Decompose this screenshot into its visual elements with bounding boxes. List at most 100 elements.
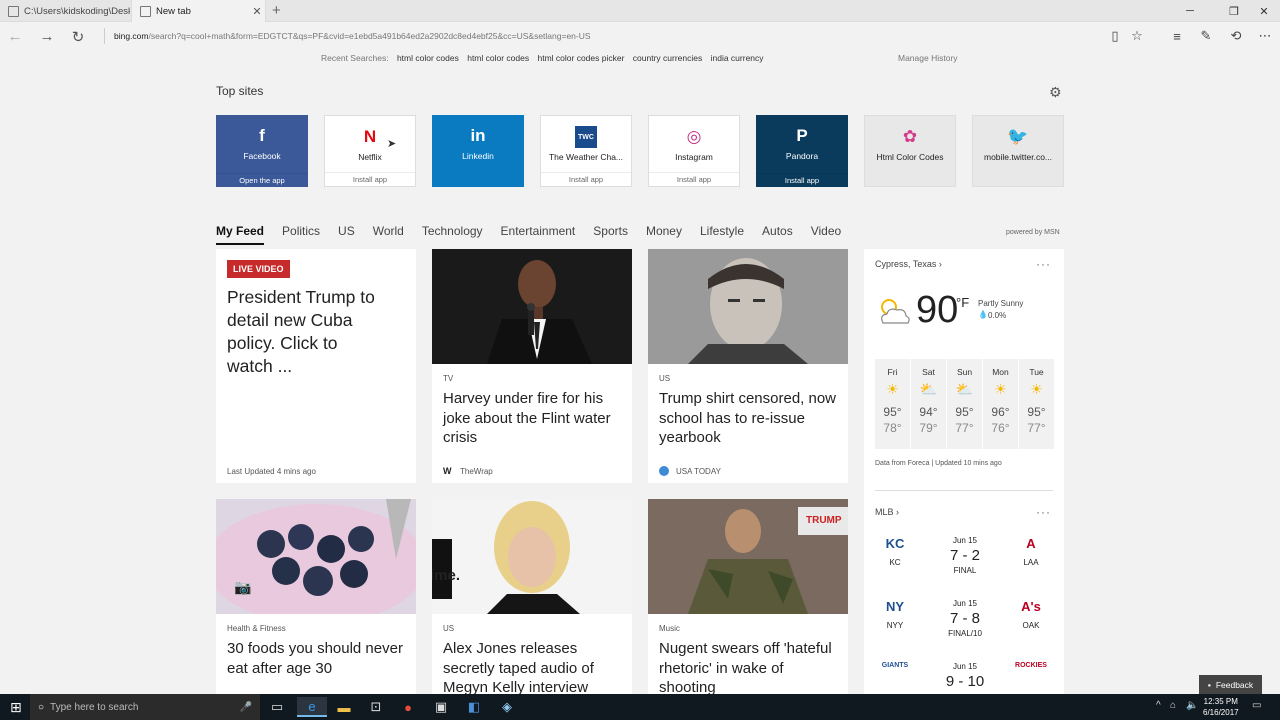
feed-tab[interactable]: Lifestyle (700, 224, 744, 245)
mlb-game[interactable]: NY NYY Jun 15 7 - 8 FINAL/10 A's OAK (875, 597, 1053, 647)
recent-item[interactable]: html color codes picker (537, 53, 624, 63)
divider (104, 28, 105, 44)
away-team: GIANTS (875, 662, 915, 684)
refresh-icon[interactable]: ↻ (68, 28, 88, 46)
news-card[interactable]: LIVE VIDEO President Trump to detail new… (216, 249, 416, 483)
close-window-icon[interactable]: ✕ (1246, 0, 1280, 22)
forward-icon[interactable]: → (37, 28, 57, 45)
more-options-icon[interactable]: ··· (1036, 257, 1051, 271)
volume-icon[interactable]: 🔈 (1186, 700, 1198, 711)
feed-tab[interactable]: Entertainment (501, 224, 576, 245)
low-temp: 76° (991, 421, 1010, 435)
feed-tab[interactable]: Sports (593, 224, 628, 245)
feedback-button[interactable]: ▪ Feedback (1199, 675, 1262, 694)
share-icon[interactable]: ⟲ (1227, 28, 1245, 44)
store-icon[interactable]: ⊡ (361, 697, 391, 717)
windows-start-icon[interactable]: ⊞ (10, 699, 22, 716)
recent-item[interactable]: country currencies (633, 53, 702, 63)
site-logo-icon: ◎ (686, 127, 702, 146)
top-site-tile[interactable]: f Facebook Open the app (216, 115, 308, 187)
top-site-tile[interactable]: N Netflix Install app (324, 115, 416, 187)
news-card[interactable]: 📷 Health & Fitness 30 foods you should n… (216, 499, 416, 694)
manage-history-link[interactable]: Manage History (898, 53, 958, 63)
edge-icon[interactable]: e (297, 697, 327, 717)
thewrap-icon: W (443, 466, 452, 476)
new-tab-icon[interactable]: + (272, 2, 281, 19)
site-action[interactable]: Install app (541, 172, 631, 186)
site-action[interactable]: Open the app (216, 173, 308, 187)
top-site-tile[interactable]: ◎ Instagram Install app (648, 115, 740, 187)
hub-icon[interactable]: ≡ (1168, 28, 1186, 44)
feed-tab[interactable]: Technology (422, 224, 483, 245)
network-icon[interactable]: ⌂ (1170, 700, 1176, 711)
web-note-icon[interactable]: ✎ (1197, 28, 1215, 44)
forecast-day[interactable]: Mon ☀ 96° 76° (983, 359, 1018, 449)
feed-tab[interactable]: Autos (762, 224, 793, 245)
taskbar-search[interactable]: ○ Type here to search 🎤 (30, 694, 260, 720)
site-action[interactable]: Install app (649, 172, 739, 186)
favorite-star-icon[interactable]: ☆ (1128, 28, 1146, 44)
site-logo-icon: 🐦 (1007, 127, 1029, 146)
news-card[interactable]: TRUMP Music Nugent swears off 'hateful r… (648, 499, 848, 694)
feed-tab[interactable]: Money (646, 224, 682, 245)
partly-sunny-icon (881, 299, 910, 324)
news-card[interactable]: ime. US Alex Jones releases secretly tap… (432, 499, 632, 694)
camera-icon: 📷 (234, 579, 252, 595)
top-site-tile[interactable]: ✿ Html Color Codes (864, 115, 956, 187)
mlb-game[interactable]: KC KC Jun 15 7 - 2 FINAL A LAA (875, 534, 1053, 584)
card-category: US (443, 624, 455, 633)
top-site-tile[interactable]: 🐦 mobile.twitter.co... (972, 115, 1064, 187)
reading-view-icon[interactable]: ▯ (1106, 28, 1124, 44)
more-options-icon[interactable]: ··· (1036, 505, 1051, 519)
recent-item[interactable]: html color codes (397, 53, 459, 63)
team-logo-icon: KC (885, 536, 905, 551)
card-image: ime. (432, 499, 632, 614)
recent-item[interactable]: india currency (711, 53, 764, 63)
card-image: 📷 (216, 499, 416, 614)
clock[interactable]: 12:35 PM 6/16/2017 (1203, 696, 1239, 718)
task-view-icon[interactable]: ▭ (262, 697, 292, 717)
search-icon: ○ (38, 701, 45, 713)
recent-item[interactable]: html color codes (467, 53, 529, 63)
back-icon[interactable]: ← (5, 28, 25, 45)
top-site-tile[interactable]: P Pandora Install app (756, 115, 848, 187)
chrome-icon[interactable]: ● (393, 697, 423, 717)
gear-icon[interactable]: ⚙ (1049, 84, 1062, 101)
weather-location[interactable]: Cypress, Texas › (875, 259, 942, 269)
minimize-icon[interactable]: ─ (1172, 0, 1208, 22)
notifications-icon[interactable]: ▭ (1252, 700, 1261, 711)
news-card[interactable]: TV Harvey under fire for his joke about … (432, 249, 632, 483)
app-icon[interactable]: ▣ (426, 697, 456, 717)
top-site-tile[interactable]: TWC The Weather Cha... Install app (540, 115, 632, 187)
mlb-title[interactable]: MLB › (875, 507, 899, 517)
feed-tab[interactable]: Politics (282, 224, 320, 245)
file-explorer-icon[interactable]: ▬ (329, 697, 359, 717)
feed-tab[interactable]: US (338, 224, 355, 245)
top-site-tile[interactable]: in Linkedin (432, 115, 524, 187)
forecast-day[interactable]: Sun ⛅ 95° 77° (947, 359, 982, 449)
microphone-icon[interactable]: 🎤 (240, 702, 252, 713)
more-icon[interactable]: ⋯ (1256, 28, 1274, 44)
tab-explorer[interactable]: C:\Users\kidskoding\Desktop (0, 0, 130, 22)
feed-tab[interactable]: Video (811, 224, 841, 245)
site-action[interactable]: Install app (756, 173, 848, 187)
feedback-label: Feedback (1215, 679, 1254, 690)
tray-chevron-icon[interactable]: ^ (1156, 700, 1161, 711)
url-field[interactable]: bing.com/search?q=cool+math&form=EDGTCT&… (114, 31, 591, 41)
weather-panel: Cypress, Texas › ··· 90 °F Partly Sunny … (864, 249, 1064, 694)
feed-tab[interactable]: World (373, 224, 404, 245)
day-name: Sat (922, 367, 935, 377)
card-headline: President Trump to detail new Cuba polic… (227, 287, 375, 376)
forecast-day[interactable]: Fri ☀ 95° 78° (875, 359, 910, 449)
app-icon[interactable]: ◈ (492, 697, 522, 717)
app-icon[interactable]: ◧ (459, 697, 489, 717)
forecast-day[interactable]: Sat ⛅ 94° 79° (911, 359, 946, 449)
sign-text: TRUMP (806, 515, 842, 526)
feed-tab[interactable]: My Feed (216, 224, 265, 245)
precip-text: 0.0% (988, 311, 1007, 320)
site-name: Pandora (785, 151, 819, 161)
site-action[interactable]: Install app (325, 172, 415, 186)
card-source: USA TODAY (659, 466, 721, 476)
forecast-day[interactable]: Tue ☀ 95° 77° (1019, 359, 1054, 449)
news-card[interactable]: US Trump shirt censored, now school has … (648, 249, 848, 483)
